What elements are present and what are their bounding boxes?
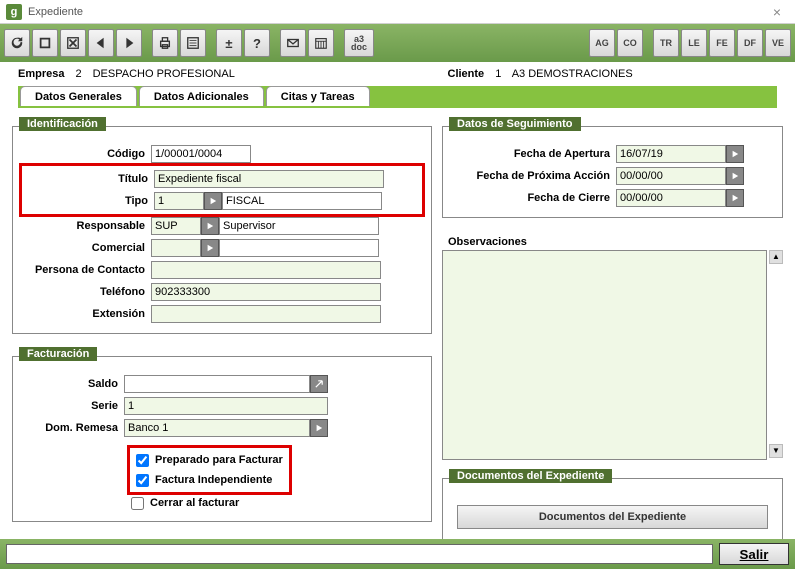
cliente-num: 1	[487, 68, 509, 80]
documentos-legend: Documentos del Expediente	[449, 469, 612, 483]
responsable-code-input[interactable]	[151, 217, 201, 235]
tipo-label: Tipo	[24, 195, 154, 207]
seguimiento-legend: Datos de Seguimiento	[449, 117, 581, 131]
calendar-button[interactable]	[308, 29, 334, 57]
responsable-desc-input[interactable]	[219, 217, 379, 235]
domremesa-picker-button[interactable]	[310, 419, 328, 437]
comercial-picker-button[interactable]	[201, 239, 219, 257]
comercial-label: Comercial	[21, 242, 151, 254]
telefono-label: Teléfono	[21, 286, 151, 298]
cierre-input[interactable]	[616, 189, 726, 207]
cierre-picker-button[interactable]	[726, 189, 744, 207]
tabs: Datos Generales Datos Adicionales Citas …	[18, 86, 777, 108]
tr-button[interactable]: TR	[653, 29, 679, 57]
telefono-input[interactable]	[151, 283, 381, 301]
titlebar: g Expediente ×	[0, 0, 795, 24]
app-logo-icon: g	[6, 4, 22, 20]
apertura-input[interactable]	[616, 145, 726, 163]
window-title: Expediente	[28, 6, 765, 18]
saldo-expand-button[interactable]	[310, 375, 328, 393]
responsable-label: Responsable	[21, 220, 151, 232]
cliente-name: A3 DEMOSTRACIONES	[512, 68, 633, 80]
next-button[interactable]	[116, 29, 142, 57]
highlight-titulo-tipo: Título Tipo	[19, 163, 425, 217]
print-button[interactable]	[152, 29, 178, 57]
tab-citas-tareas[interactable]: Citas y Tareas	[266, 86, 370, 106]
observaciones-textarea[interactable]	[442, 250, 767, 460]
documentos-group: Documentos del Expediente Documentos del…	[442, 478, 783, 548]
status-bar	[6, 544, 713, 564]
empresa-label: Empresa	[18, 68, 64, 80]
tipo-picker-button[interactable]	[204, 192, 222, 210]
mail-button[interactable]	[280, 29, 306, 57]
serie-label: Serie	[21, 400, 124, 412]
proxima-label: Fecha de Próxima Acción	[451, 170, 616, 182]
help-button[interactable]: ?	[244, 29, 270, 57]
df-button[interactable]: DF	[737, 29, 763, 57]
cliente-label: Cliente	[448, 68, 485, 80]
contacto-label: Persona de Contacto	[21, 264, 151, 276]
le-button[interactable]: LE	[681, 29, 707, 57]
list-button[interactable]	[180, 29, 206, 57]
tipo-code-input[interactable]	[154, 192, 204, 210]
factura-independiente-label: Factura Independiente	[155, 474, 272, 486]
plus-minus-button[interactable]: ±	[216, 29, 242, 57]
prev-button[interactable]	[88, 29, 114, 57]
facturacion-legend: Facturación	[19, 347, 97, 361]
documentos-button[interactable]: Documentos del Expediente	[457, 505, 767, 529]
preparado-facturar-label: Preparado para Facturar	[155, 454, 283, 466]
preparado-facturar-checkbox[interactable]	[136, 454, 149, 467]
a3doc-button[interactable]: a3doc	[344, 29, 374, 57]
apertura-label: Fecha de Apertura	[451, 148, 616, 160]
saldo-label: Saldo	[21, 378, 124, 390]
tab-datos-generales[interactable]: Datos Generales	[20, 86, 137, 106]
identificacion-legend: Identificación	[19, 117, 106, 131]
cerrar-facturar-label: Cerrar al facturar	[150, 497, 239, 509]
cancel-button[interactable]	[60, 29, 86, 57]
saldo-input[interactable]	[124, 375, 310, 393]
cierre-label: Fecha de Cierre	[451, 192, 616, 204]
obs-scroll-down-button[interactable]: ▼	[769, 444, 783, 458]
serie-input[interactable]	[124, 397, 328, 415]
stop-button[interactable]	[32, 29, 58, 57]
obs-scroll-up-button[interactable]: ▲	[769, 250, 783, 264]
factura-independiente-checkbox[interactable]	[136, 474, 149, 487]
responsable-picker-button[interactable]	[201, 217, 219, 235]
salir-button[interactable]: Salir	[719, 543, 789, 565]
footer: Salir	[0, 539, 795, 569]
codigo-label: Código	[21, 148, 151, 160]
extension-input[interactable]	[151, 305, 381, 323]
ve-button[interactable]: VE	[765, 29, 791, 57]
refresh-button[interactable]	[4, 29, 30, 57]
cerrar-facturar-checkbox[interactable]	[131, 497, 144, 510]
toolbar: ± ? a3doc AG CO TR LE FE DF VE	[0, 24, 795, 62]
identificacion-group: Identificación Código Título Tipo Res	[12, 126, 432, 334]
domremesa-label: Dom. Remesa	[21, 422, 124, 434]
apertura-picker-button[interactable]	[726, 145, 744, 163]
empresa-num: 2	[68, 68, 90, 80]
proxima-input[interactable]	[616, 167, 726, 185]
contacto-input[interactable]	[151, 261, 381, 279]
tab-datos-adicionales[interactable]: Datos Adicionales	[139, 86, 264, 106]
tipo-desc-input[interactable]	[222, 192, 382, 210]
comercial-desc-input[interactable]	[219, 239, 379, 257]
observaciones-label: Observaciones	[442, 236, 783, 248]
proxima-picker-button[interactable]	[726, 167, 744, 185]
window-close-button[interactable]: ×	[765, 4, 789, 20]
header-info: Empresa 2 DESPACHO PROFESIONAL Cliente 1…	[0, 62, 795, 80]
codigo-input[interactable]	[151, 145, 251, 163]
ag-button[interactable]: AG	[589, 29, 615, 57]
seguimiento-group: Datos de Seguimiento Fecha de Apertura F…	[442, 126, 783, 218]
titulo-input[interactable]	[154, 170, 384, 188]
comercial-code-input[interactable]	[151, 239, 201, 257]
fe-button[interactable]: FE	[709, 29, 735, 57]
empresa-name: DESPACHO PROFESIONAL	[93, 68, 235, 80]
facturacion-group: Facturación Saldo Serie Dom. Remesa Prep…	[12, 356, 432, 522]
highlight-checkboxes: Preparado para Facturar Factura Independ…	[127, 445, 292, 495]
titulo-label: Título	[24, 173, 154, 185]
extension-label: Extensión	[21, 308, 151, 320]
domremesa-input[interactable]	[124, 419, 310, 437]
co-button[interactable]: CO	[617, 29, 643, 57]
